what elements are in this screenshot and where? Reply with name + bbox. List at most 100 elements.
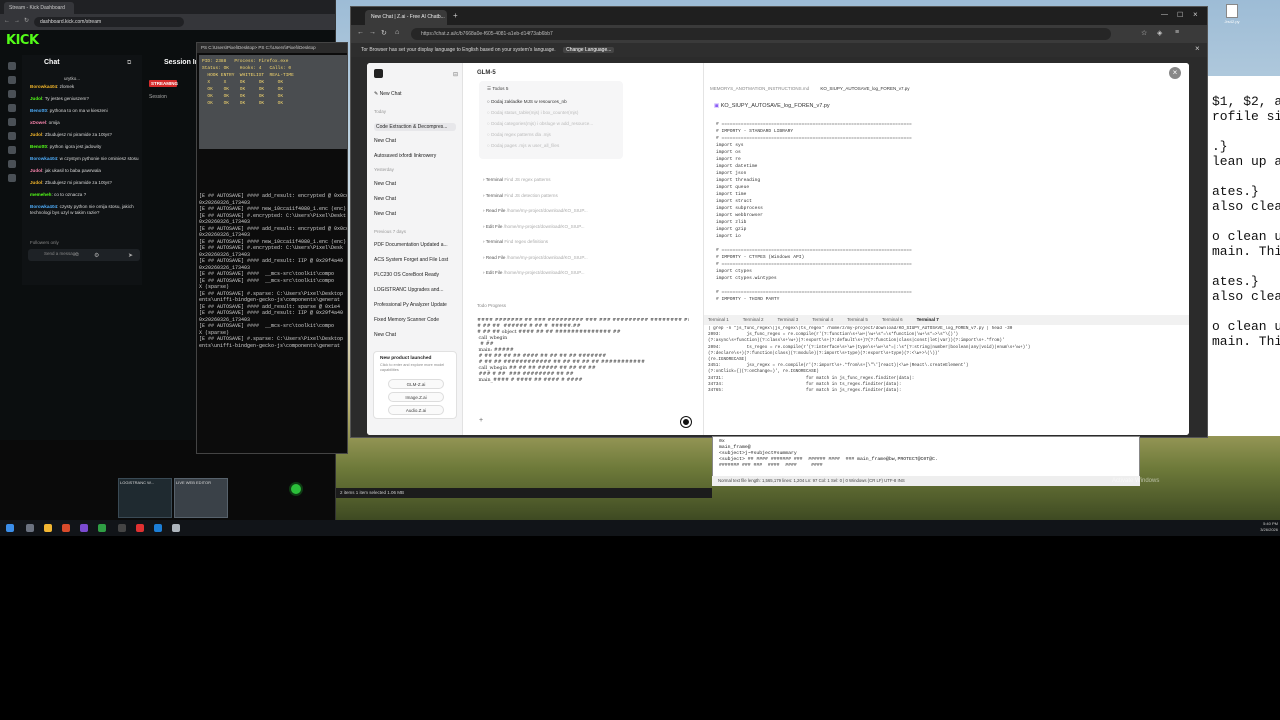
back-icon[interactable]: ← (357, 29, 364, 36)
reload-icon[interactable]: ↻ (24, 17, 29, 24)
tool-call-row[interactable]: › Edit File /home/my-project/download/KO… (483, 224, 619, 229)
sidebar-chat-item[interactable]: Code Extraction & Decompres... (374, 123, 456, 131)
chat-settings-icon[interactable]: ⚙ (94, 252, 99, 259)
forward-icon[interactable]: → (14, 18, 20, 24)
terminal-tab[interactable]: Terminal 3 (778, 317, 799, 322)
infobar-close-icon[interactable]: × (1195, 44, 1200, 53)
kick-logo[interactable]: KICK (6, 33, 46, 48)
sidebar-chat-item[interactable]: LOGISTRANC Upgrades and... (374, 287, 456, 293)
desktop-file-icon[interactable]: Jrs42.py (1222, 4, 1242, 28)
kick-tab[interactable]: Stream - Kick Dashboard (4, 2, 74, 14)
sidebar-chat-item[interactable]: New Chat (374, 196, 456, 202)
tool-call-row[interactable]: › Terminal Find JS regex patterns (483, 177, 619, 182)
tool-call-row[interactable]: › Edit File /home/my-project/download/KO… (483, 270, 619, 275)
tools-icon[interactable] (8, 160, 16, 168)
tool-call-row[interactable]: › Read File /home/my-project/download/KO… (483, 208, 619, 213)
sidebar-chat-item[interactable]: PDF Documentation Updated a... (374, 242, 456, 248)
app-icon[interactable] (98, 524, 106, 532)
close-viewer-button[interactable]: × (1169, 67, 1181, 79)
send-icon[interactable]: ➤ (128, 252, 133, 259)
todos-header[interactable]: ☰ Todos 5 (487, 86, 508, 92)
chat-username[interactable]: Judol (30, 168, 42, 173)
emoji-icon[interactable]: ☺ (74, 252, 80, 258)
change-language-button[interactable]: Change Language... (563, 47, 615, 53)
taskbar-preview-thumbnail[interactable]: LOGISTRANC W... (118, 478, 172, 518)
extensions-icon[interactable]: ☆ (1141, 29, 1147, 37)
browser-tab[interactable]: New Chat | Z.ai - Free AI Chatb... (365, 10, 447, 25)
sidebar-chat-item[interactable]: New Chat (374, 138, 456, 144)
chat-username[interactable]: Benott0 (30, 144, 47, 149)
sidebar-chat-item[interactable]: New Chat (374, 181, 456, 187)
terminal-tab[interactable]: Terminal 5 (847, 317, 868, 322)
community-icon[interactable] (8, 104, 16, 112)
reload-icon[interactable]: ↻ (381, 29, 387, 37)
tool-call-row[interactable]: › Terminal Find JS detection patterns (483, 193, 619, 198)
shield-icon[interactable]: ◈ (1157, 29, 1162, 37)
sidebar-chat-item[interactable]: Professional Py Analyzer Update (374, 302, 456, 308)
home-icon[interactable]: ⌂ (395, 29, 399, 36)
zai-logo-icon[interactable] (374, 69, 383, 78)
viewer-tab[interactable]: MEMORYS_ANOTMATION_INSTRUCTIONS.md (710, 86, 809, 91)
chat-username[interactable]: Borowka404 (30, 84, 57, 89)
sidebar-chat-item[interactable]: ACS System Forget and File Lost (374, 257, 456, 263)
new-product-card[interactable]: New product launched Click to enter and … (373, 351, 457, 419)
tor-browser-icon[interactable] (80, 524, 88, 532)
chat-icon[interactable] (8, 90, 16, 98)
app-icon[interactable] (154, 524, 162, 532)
menu-icon[interactable]: ≡ (1175, 29, 1179, 36)
system-tray-clock[interactable]: 5:40 PM 3/26/2026 (1230, 521, 1278, 533)
chip-image[interactable]: Image.Z.ai (388, 392, 444, 402)
attach-icon[interactable]: + (479, 417, 483, 424)
chat-username[interactable]: Judol (30, 96, 42, 101)
todo-progress-label[interactable]: Todo Progress (477, 303, 506, 308)
back-icon[interactable]: ← (4, 18, 10, 24)
tool-call-row[interactable]: › Read File /home/my-project/download/KO… (483, 255, 619, 260)
terminal-tab[interactable]: Terminal 4 (812, 317, 833, 322)
tool-call-row[interactable]: › Terminal Find regex definitions (483, 239, 619, 244)
chat-message-input[interactable]: Send a message (28, 249, 140, 261)
url-field[interactable]: https://chat.z.ai/c/b7668a0e-f605-4081-a… (411, 28, 1111, 40)
stop-generation-button[interactable] (681, 417, 691, 427)
chat-username[interactable]: Benott0 (30, 108, 47, 113)
popout-icon[interactable]: ⧉ (127, 60, 131, 67)
wallet-icon[interactable] (8, 146, 16, 154)
firefox-icon[interactable] (62, 524, 70, 532)
sidebar-chat-item[interactable]: PLC230 OS CoreBoot Ready (374, 272, 456, 278)
home-icon[interactable] (8, 62, 16, 70)
collapse-sidebar-icon[interactable]: ⊟ (453, 71, 458, 78)
analytics-icon[interactable] (8, 118, 16, 126)
maximize-icon[interactable]: ☐ (1177, 11, 1183, 19)
file-explorer-icon[interactable] (44, 524, 52, 532)
taskbar-preview-thumbnail[interactable]: LIVE WEB EDITOR (174, 478, 228, 518)
sidebar-chat-item[interactable]: New Chat (374, 211, 456, 217)
start-icon[interactable] (6, 524, 14, 532)
sidebar-chat-item[interactable]: New Chat (374, 332, 456, 338)
terminal-icon[interactable] (118, 524, 126, 532)
chip-glm[interactable]: GLM-Z.ai (388, 379, 444, 389)
app-icon[interactable] (172, 524, 180, 532)
chat-username[interactable]: memeheh (30, 192, 51, 197)
chat-username[interactable]: Borowka404 (30, 156, 57, 161)
close-window-icon[interactable]: × (1193, 10, 1198, 19)
settings-icon[interactable] (8, 132, 16, 140)
app-icon[interactable] (136, 524, 144, 532)
terminal-tab[interactable]: Terminal 6 (882, 317, 903, 322)
terminal-tab[interactable]: Terminal 7 (917, 317, 939, 322)
terminal-tab[interactable]: Terminal 1 (708, 317, 729, 322)
chat-username[interactable]: Borowka404 (30, 204, 57, 209)
search-icon[interactable] (26, 524, 34, 532)
chat-username[interactable]: Judol (30, 132, 42, 137)
help-icon[interactable] (8, 174, 16, 182)
sidebar-chat-item[interactable]: Autosaved ixfordi linkrowery (374, 153, 456, 159)
minimize-icon[interactable]: — (1161, 11, 1168, 18)
stream-icon[interactable] (8, 76, 16, 84)
new-chat-button[interactable]: ✎ New Chat (374, 91, 456, 97)
forward-icon[interactable]: → (369, 29, 376, 36)
kick-url-field[interactable]: dashboard.kick.com/stream (34, 17, 184, 27)
terminal-tab[interactable]: Terminal 2 (743, 317, 764, 322)
chip-audio[interactable]: Audio.Z.ai (388, 405, 444, 415)
chat-username[interactable]: xDowel (30, 120, 46, 125)
viewer-tab-active[interactable]: KO_SIUPY_AUTOSAVE_log_FOREN_v7.py (820, 86, 909, 91)
chat-username[interactable]: Judol (30, 180, 42, 185)
model-selector[interactable]: GLM-5 (477, 70, 496, 76)
